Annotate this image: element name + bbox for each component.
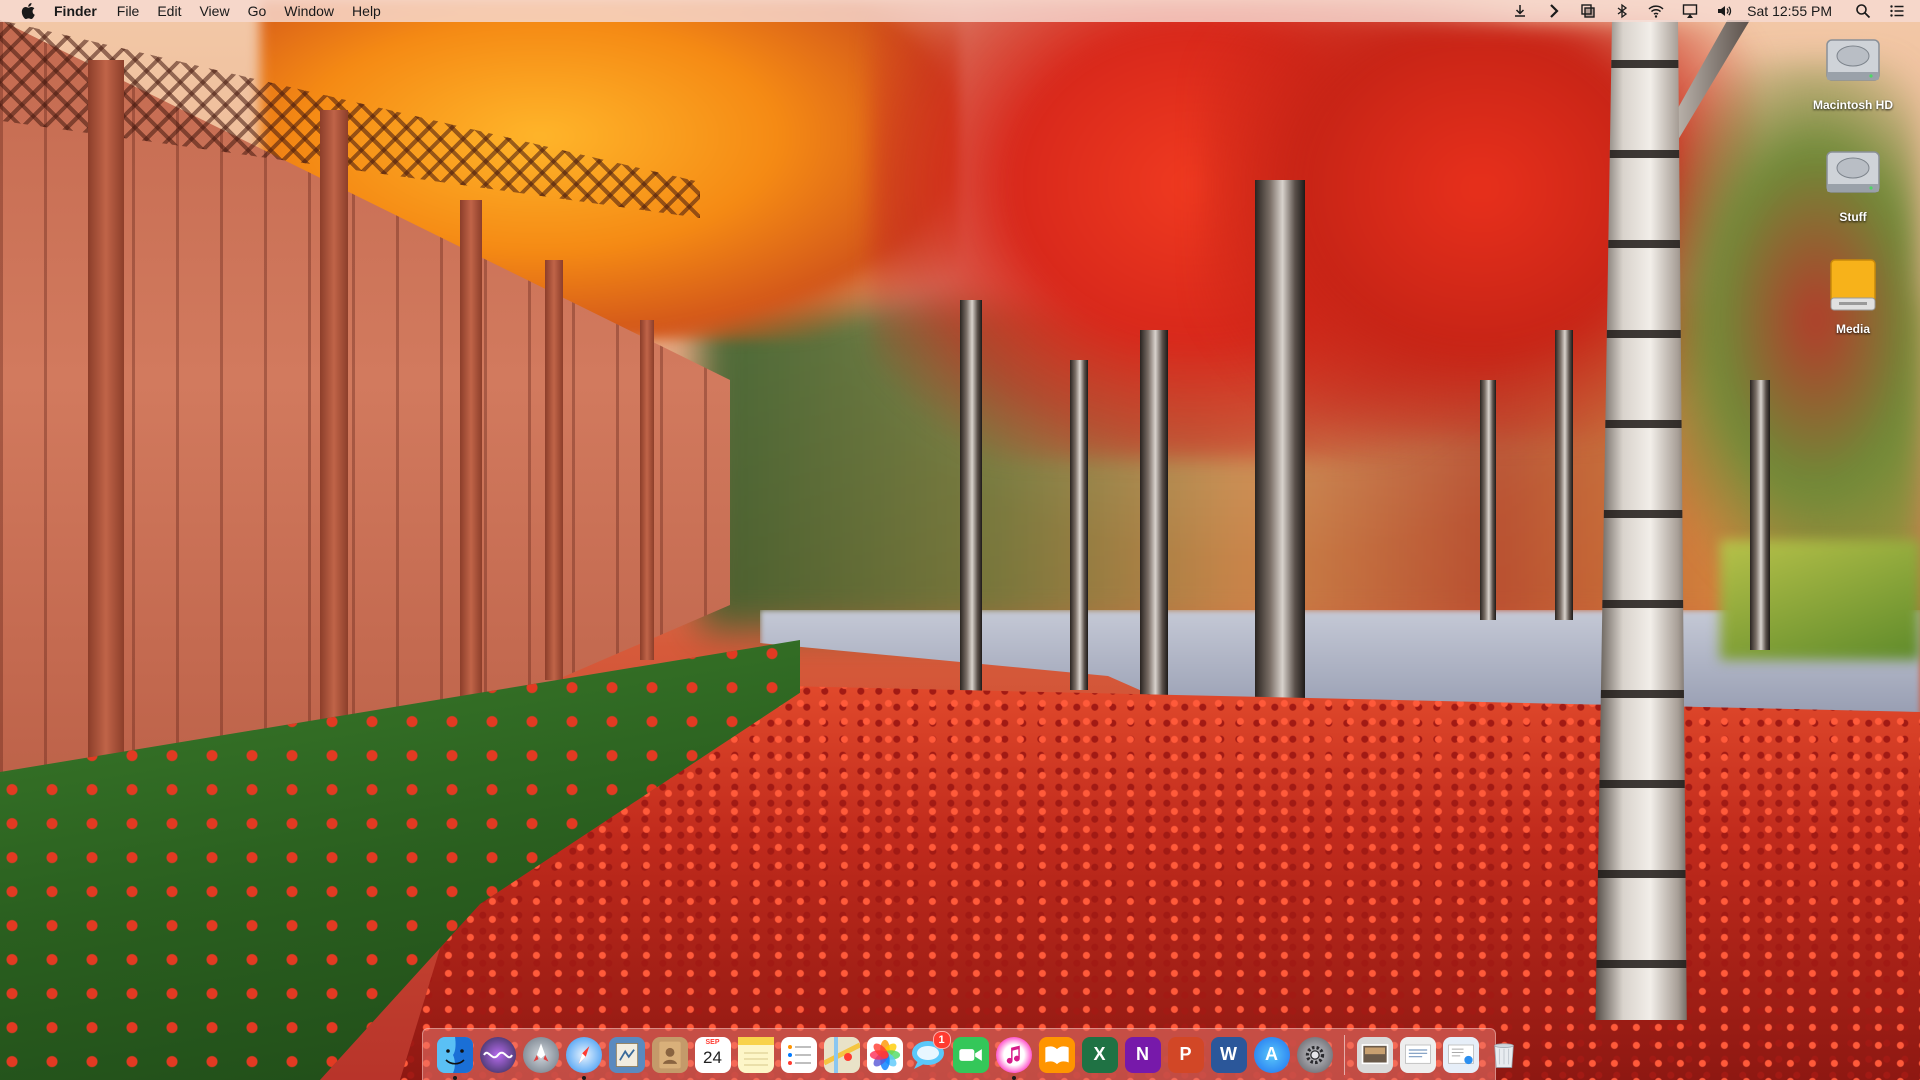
dock-onenote[interactable]: N: [1124, 1036, 1161, 1073]
notification-center-icon[interactable]: [1888, 3, 1906, 19]
running-indicator: [581, 1075, 586, 1080]
dock-excel[interactable]: X: [1081, 1036, 1118, 1073]
dock: SEP 24 1 X N P W A: [422, 1028, 1514, 1080]
dock-mail[interactable]: [608, 1036, 645, 1073]
mail-stamp-icon: [615, 1042, 638, 1067]
external-drive-icon: [1821, 254, 1885, 318]
tree-trunk: [1750, 380, 1770, 650]
gear-icon: [1305, 1045, 1324, 1064]
desktop-icon-label: Macintosh HD: [1812, 98, 1893, 112]
dock-maps[interactable]: [823, 1036, 860, 1073]
menu-window[interactable]: Window: [284, 0, 334, 22]
dock-siri[interactable]: [479, 1036, 516, 1073]
word-icon: W: [1220, 1044, 1237, 1064]
chevron-right-icon[interactable]: [1545, 3, 1563, 19]
dock-finder[interactable]: [436, 1036, 473, 1080]
tree-trunk: [960, 300, 982, 700]
finder-icon: [436, 1036, 473, 1073]
dock-photos[interactable]: [866, 1036, 903, 1073]
tree-trunk: [1140, 330, 1168, 720]
menu-go[interactable]: Go: [248, 0, 267, 22]
tree-trunk: [1070, 360, 1088, 690]
menu-bar: Finder File Edit View Go Window Help Sat…: [0, 0, 1920, 22]
dock-downloads-stack[interactable]: [1442, 1036, 1479, 1073]
download-icon[interactable]: [1511, 3, 1529, 19]
dock-reminders[interactable]: [780, 1036, 817, 1073]
desktop-icon-macintosh-hd[interactable]: Macintosh HD: [1798, 30, 1908, 112]
launchpad-icon: [533, 1042, 548, 1062]
dock-documents-stack[interactable]: [1399, 1036, 1436, 1073]
menu-edit[interactable]: Edit: [157, 0, 181, 22]
desktop-icon-stuff[interactable]: Stuff: [1798, 142, 1908, 224]
menu-help[interactable]: Help: [352, 0, 381, 22]
spotlight-search-icon[interactable]: [1854, 3, 1872, 19]
photos-icon: [869, 1039, 900, 1070]
siri-icon: [482, 1051, 513, 1058]
menu-file[interactable]: File: [117, 0, 140, 22]
onenote-icon: N: [1136, 1044, 1149, 1064]
fence-post: [320, 110, 348, 760]
dock-facetime[interactable]: [952, 1036, 989, 1073]
wifi-icon[interactable]: [1647, 3, 1665, 19]
dock-ibooks[interactable]: [1038, 1036, 1075, 1073]
hard-drive-icon: [1821, 142, 1885, 206]
menu-view[interactable]: View: [199, 0, 229, 22]
tree-trunk: [1480, 380, 1496, 620]
fence-post: [640, 320, 654, 660]
safari-icon: [578, 1045, 589, 1064]
dock-word[interactable]: W: [1210, 1036, 1247, 1073]
dock-trash[interactable]: [1486, 1037, 1522, 1073]
app-store-icon: A: [1265, 1044, 1278, 1064]
calendar-day: 24: [703, 1047, 722, 1067]
dock-screenshots-stack[interactable]: [1356, 1036, 1393, 1073]
maps-icon: [823, 1036, 860, 1073]
airplay-icon[interactable]: [1681, 3, 1699, 19]
contacts-icon: [658, 1041, 681, 1068]
apple-logo-icon[interactable]: [20, 0, 36, 22]
notes-icon: [737, 1036, 774, 1065]
dock-notes[interactable]: [737, 1036, 774, 1073]
itunes-icon: [1006, 1045, 1020, 1064]
fence-post: [460, 200, 482, 720]
messages-badge: 1: [932, 1030, 951, 1049]
download-stack-icon: [1447, 1044, 1474, 1064]
fence-post: [545, 260, 563, 680]
dock-launchpad[interactable]: [522, 1036, 559, 1073]
status-menu-area: Sat 12:55 PM: [1503, 0, 1920, 22]
dock-powerpoint[interactable]: P: [1167, 1036, 1204, 1073]
dock-system-preferences[interactable]: [1296, 1036, 1333, 1073]
dock-contacts[interactable]: [651, 1036, 688, 1073]
desktop-icon-label: Stuff: [1839, 210, 1867, 224]
running-indicator: [452, 1075, 457, 1080]
calendar-month: SEP: [705, 1038, 720, 1046]
dock-separator: [1344, 1034, 1345, 1075]
hard-drive-icon: [1821, 30, 1885, 94]
ibooks-icon: [1044, 1045, 1069, 1064]
dock-messages[interactable]: 1: [910, 1030, 951, 1073]
desktop-icon-media[interactable]: Media: [1798, 254, 1908, 336]
reminders-icon: [787, 1044, 811, 1065]
menubar-clock[interactable]: Sat 12:55 PM: [1747, 3, 1832, 19]
dock-app-store[interactable]: A: [1253, 1036, 1290, 1073]
window-stack-icon[interactable]: [1579, 3, 1597, 19]
dock-itunes[interactable]: [995, 1036, 1032, 1080]
excel-icon: X: [1093, 1044, 1106, 1064]
menu-app-finder[interactable]: Finder: [54, 0, 97, 22]
desktop-icon-label: Media: [1835, 322, 1870, 336]
wallpaper-autumn-street: [0, 0, 1920, 1080]
fence-post: [88, 60, 124, 840]
volume-icon[interactable]: [1715, 3, 1733, 19]
trash-icon: [1493, 1042, 1514, 1068]
document-stack-icon: [1404, 1044, 1431, 1064]
bluetooth-icon[interactable]: [1613, 3, 1631, 19]
dock-calendar[interactable]: SEP 24: [694, 1036, 731, 1073]
desktop: Finder File Edit View Go Window Help Sat…: [0, 0, 1920, 1080]
powerpoint-icon: P: [1179, 1044, 1192, 1064]
dock-safari[interactable]: [565, 1036, 602, 1080]
tree-trunk: [1555, 330, 1573, 620]
facetime-icon: [958, 1048, 982, 1061]
image-stack-icon: [1361, 1043, 1388, 1064]
running-indicator: [1011, 1075, 1016, 1080]
